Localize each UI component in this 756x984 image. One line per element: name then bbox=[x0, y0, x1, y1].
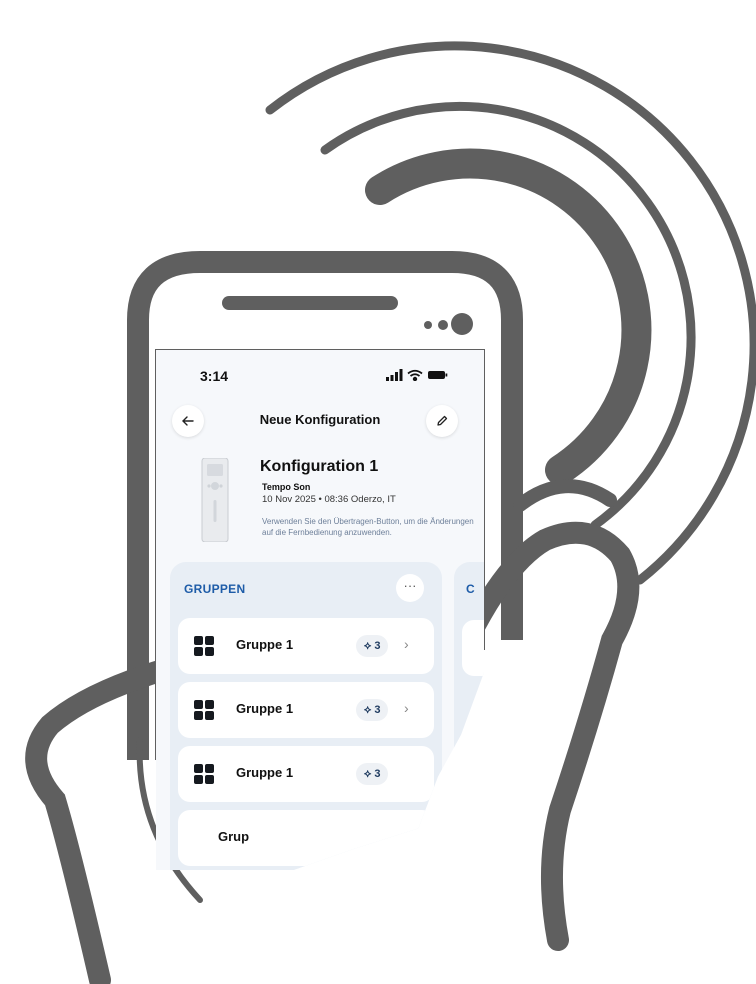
device-count-badge: ⟡ 3 bbox=[356, 763, 389, 785]
more-button[interactable]: ··· bbox=[396, 574, 424, 602]
config-hint: Verwenden Sie den Übertragen-Button, um … bbox=[262, 517, 474, 537]
speaker-slot bbox=[222, 296, 398, 310]
blinds-icon: ⟡ bbox=[364, 640, 372, 652]
camera-dot bbox=[424, 321, 432, 329]
group-label: Gruppe 1 bbox=[236, 701, 294, 716]
device-count-badge: ⟡ 3 bbox=[356, 699, 389, 721]
group-row[interactable]: Gruppe 1 ⟡ 3 › bbox=[178, 682, 434, 738]
second-panel-title: C bbox=[466, 582, 475, 596]
device-count-badge: ⟡ 3 bbox=[356, 635, 389, 657]
remote-control-image bbox=[201, 458, 229, 542]
group-label: Gruppe 1 bbox=[236, 637, 294, 652]
status-bar: 3:14 bbox=[156, 350, 484, 400]
grid-icon bbox=[194, 700, 214, 720]
status-time: 3:14 bbox=[200, 368, 229, 384]
more-icon: ··· bbox=[403, 578, 417, 593]
chevron-right-icon: › bbox=[404, 700, 409, 716]
finger-outline bbox=[513, 479, 617, 512]
battery-icon bbox=[428, 371, 448, 379]
groups-panel-title: GRUPPEN bbox=[184, 582, 246, 596]
group-row[interactable]: Gruppe 1 ⟡ 3 bbox=[178, 746, 434, 802]
nav-bar: Neue Konfiguration bbox=[156, 398, 484, 444]
chevron-right-icon: › bbox=[404, 636, 409, 652]
status-icons bbox=[386, 368, 448, 386]
wifi-icon bbox=[407, 369, 423, 382]
group-label: Gruppe 1 bbox=[236, 765, 294, 780]
config-title: Konfiguration 1 bbox=[260, 458, 379, 475]
blinds-icon: ⟡ bbox=[364, 704, 372, 716]
edit-pencil-icon bbox=[437, 415, 448, 426]
group-row[interactable]: Gruppe 1 ⟡ 3 › bbox=[178, 618, 434, 674]
group-label: Grup bbox=[218, 829, 250, 844]
config-product: Tempo Son bbox=[262, 482, 311, 492]
second-panel-item[interactable] bbox=[462, 620, 484, 676]
signal-icon bbox=[386, 369, 403, 381]
camera-dot bbox=[438, 320, 448, 330]
blinds-icon: ⟡ bbox=[364, 768, 372, 780]
config-date-location: 10 Nov 2025 • 08:36 Oderzo, IT bbox=[262, 494, 396, 505]
groups-panel: GRUPPEN ··· Gruppe 1 ⟡ 3 › Gruppe 1 ⟡ 3 … bbox=[170, 562, 442, 870]
camera-lens bbox=[451, 313, 473, 335]
grid-icon bbox=[194, 764, 214, 784]
grid-icon bbox=[194, 636, 214, 656]
hand-outline bbox=[464, 521, 640, 951]
edit-button[interactable] bbox=[426, 405, 458, 437]
